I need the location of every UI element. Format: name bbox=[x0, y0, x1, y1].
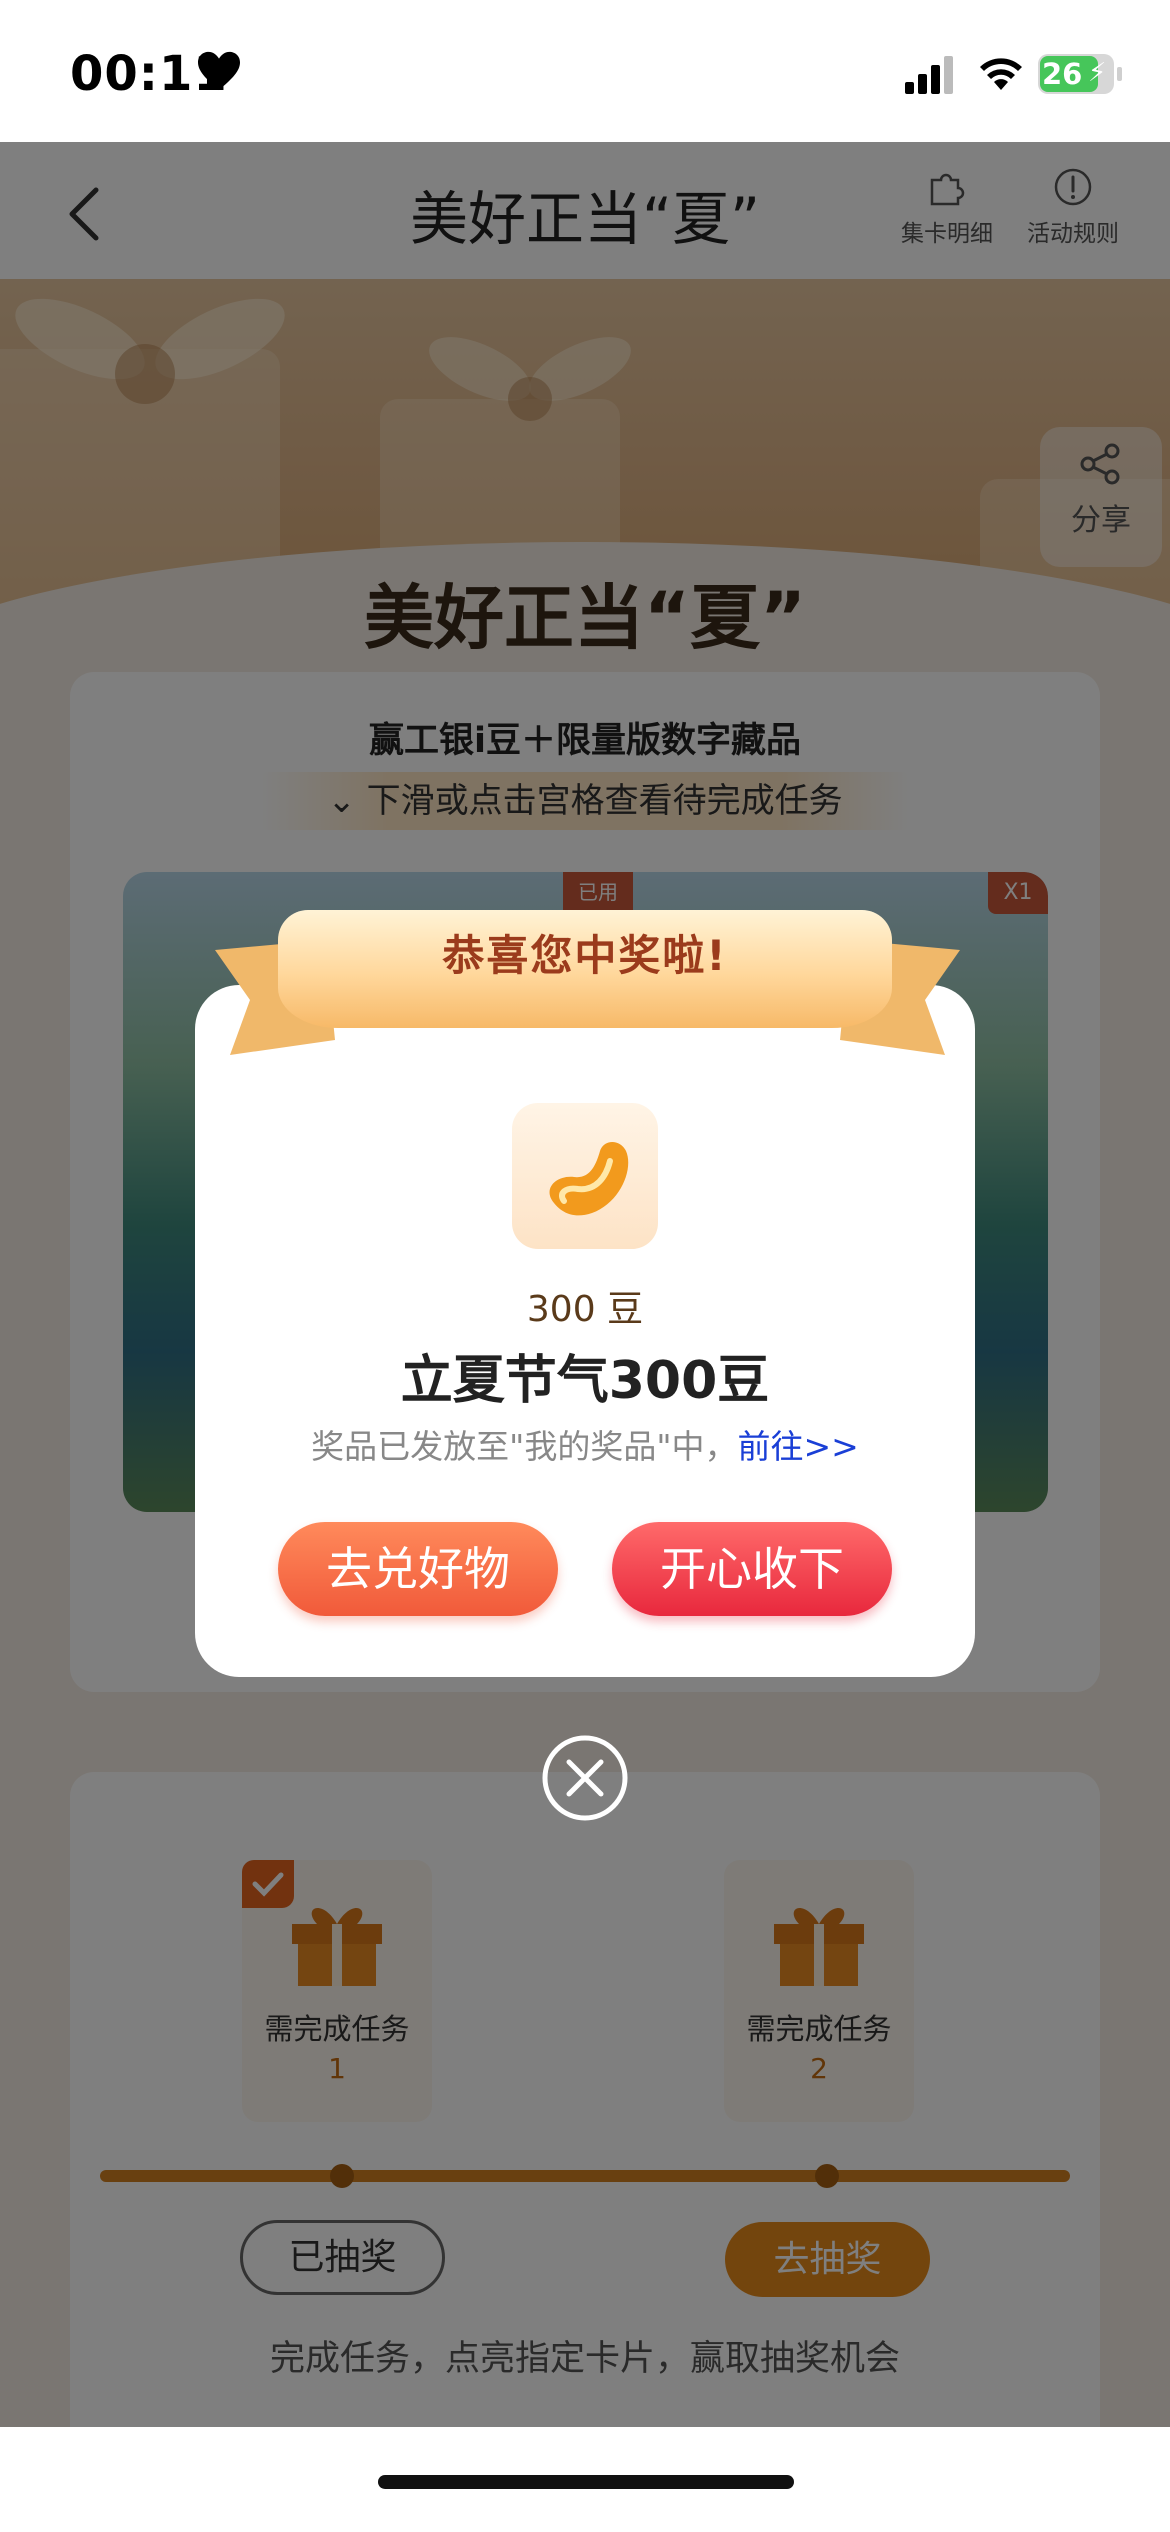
prize-note: 奖品已发放至"我的奖品"中，前往>> bbox=[0, 1420, 1170, 1468]
battery-level: 26 bbox=[1042, 57, 1083, 91]
status-bar: 00:11 26 ⚡ bbox=[0, 0, 1170, 142]
my-prizes-link[interactable]: 前往>> bbox=[738, 1427, 859, 1466]
prize-ribbon-title: 恭喜您中奖啦! bbox=[442, 931, 728, 980]
home-indicator[interactable] bbox=[378, 2475, 794, 2489]
exchange-button[interactable]: 去兑好物 bbox=[278, 1522, 558, 1616]
heart-icon bbox=[198, 51, 240, 91]
home-indicator-area bbox=[0, 2427, 1170, 2532]
prize-note-text: 奖品已发放至"我的奖品"中， bbox=[311, 1427, 738, 1466]
prize-quantity: 300 豆 bbox=[526, 1289, 644, 1330]
bean-prize-icon bbox=[512, 1103, 658, 1249]
battery-icon: 26 ⚡ bbox=[1038, 54, 1122, 94]
accept-button[interactable]: 开心收下 bbox=[612, 1522, 892, 1616]
prize-name: 立夏节气300豆 bbox=[400, 1351, 770, 1411]
close-icon[interactable] bbox=[541, 1734, 629, 1822]
wifi-icon bbox=[980, 58, 1022, 90]
prize-ribbon: 恭喜您中奖啦! bbox=[278, 910, 892, 1028]
cellular-signal-icon bbox=[905, 56, 953, 94]
